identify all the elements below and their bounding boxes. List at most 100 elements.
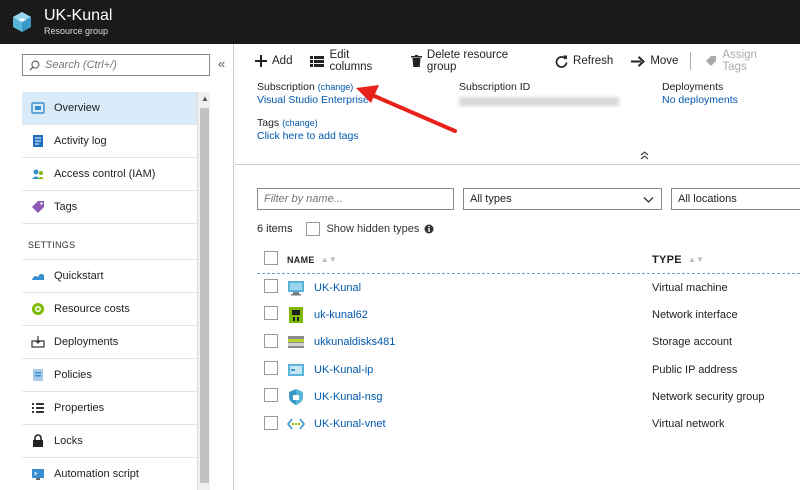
resource-name-link[interactable]: UK-Kunal-vnet xyxy=(314,418,386,430)
add-tags-link[interactable]: Click here to add tags xyxy=(257,130,359,143)
sidebar-item-label: Properties xyxy=(54,402,105,414)
main-content: Add Edit columns Delete resource group R… xyxy=(235,44,800,490)
essentials-divider xyxy=(235,164,800,165)
subscription-id-label: Subscription ID xyxy=(459,81,531,93)
tags-change-link[interactable]: (change) xyxy=(282,118,318,128)
trash-icon xyxy=(410,55,422,67)
sidebar-search[interactable] xyxy=(22,54,210,76)
delete-resource-group-label: Delete resource group xyxy=(426,49,509,73)
virtual-machine-icon xyxy=(287,279,305,297)
select-all-checkbox[interactable] xyxy=(264,251,278,265)
plus-icon xyxy=(255,55,267,67)
info-icon[interactable] xyxy=(424,224,434,234)
move-button[interactable]: Move xyxy=(631,55,678,67)
locations-dropdown-value: All locations xyxy=(678,193,737,205)
tag-icon xyxy=(705,55,717,67)
resource-type: Network security group xyxy=(652,390,765,403)
items-row: 6 items Show hidden types xyxy=(257,222,434,236)
portal-header: UK-Kunal Resource group xyxy=(0,0,800,44)
subscription-label: Subscription xyxy=(257,81,315,93)
filter-by-name-input[interactable] xyxy=(264,193,444,205)
sidebar-item-label: Tags xyxy=(54,201,78,213)
subscription-id-redacted xyxy=(459,97,619,106)
table-row[interactable]: ukkunaldisks481 Storage account xyxy=(257,329,800,356)
sidebar-item-properties[interactable]: Properties xyxy=(22,392,197,425)
sidebar-item-label: Resource costs xyxy=(54,303,130,315)
assign-tags-button[interactable]: Assign Tags xyxy=(705,49,782,73)
show-hidden-types-toggle[interactable]: Show hidden types xyxy=(306,222,434,236)
row-checkbox[interactable] xyxy=(264,415,278,430)
sidebar-search-input[interactable] xyxy=(45,59,205,71)
public-ip-icon xyxy=(287,361,305,379)
sidebar-item-quickstart[interactable]: Quickstart xyxy=(22,260,197,293)
sidebar-item-label: Quickstart xyxy=(54,270,104,282)
collapse-sidebar-button[interactable]: « xyxy=(218,56,225,71)
resource-name-link[interactable]: UK-Kunal-ip xyxy=(314,364,373,376)
sidebar-item-tags[interactable]: Tags xyxy=(22,191,197,224)
filter-by-name[interactable] xyxy=(257,188,454,210)
resource-group-icon xyxy=(13,12,31,32)
sidebar-item-activity-log[interactable]: Activity log xyxy=(22,125,197,158)
table-row[interactable]: UK-Kunal-ip Public IP address xyxy=(257,356,800,383)
deployments-block: Deployments No deployments xyxy=(662,81,738,107)
refresh-button[interactable]: Refresh xyxy=(555,55,613,68)
row-checkbox[interactable] xyxy=(264,361,278,376)
locations-dropdown[interactable]: All locations xyxy=(671,188,800,210)
delete-resource-group-button[interactable]: Delete resource group xyxy=(410,49,537,73)
settings-section-label: SETTINGS xyxy=(22,230,197,260)
refresh-icon xyxy=(555,55,568,68)
row-checkbox[interactable] xyxy=(264,388,278,403)
iam-icon xyxy=(31,167,45,181)
resource-name-link[interactable]: UK-Kunal-nsg xyxy=(314,391,382,403)
sidebar-item-deployments[interactable]: Deployments xyxy=(22,326,197,359)
subscription-change-link[interactable]: (change) xyxy=(318,82,354,92)
sidebar-item-automation-script[interactable]: Automation script xyxy=(22,458,197,490)
vnet-icon xyxy=(287,415,305,433)
types-dropdown[interactable]: All types xyxy=(463,188,662,210)
column-header-name[interactable]: NAME ▲▼ xyxy=(287,255,652,265)
resource-type: Public IP address xyxy=(652,363,738,376)
collapse-essentials-icon[interactable] xyxy=(640,151,649,162)
row-checkbox[interactable] xyxy=(264,279,278,294)
subscription-id-block: Subscription ID xyxy=(459,81,619,106)
sidebar-scrollbar[interactable]: ▲ xyxy=(197,92,210,490)
table-row[interactable]: UK-Kunal Virtual machine xyxy=(257,274,800,301)
resource-type: Network interface xyxy=(652,308,738,321)
network-interface-icon xyxy=(287,306,305,324)
sidebar-item-iam[interactable]: Access control (IAM) xyxy=(22,158,197,191)
tags-label: Tags xyxy=(257,117,280,129)
resource-costs-icon xyxy=(31,302,45,316)
column-header-type[interactable]: TYPE ▲▼ xyxy=(652,254,704,266)
resource-name-link[interactable]: uk-kunal62 xyxy=(314,309,368,321)
sidebar-item-overview[interactable]: Overview xyxy=(22,92,197,125)
deployments-value-link[interactable]: No deployments xyxy=(662,94,738,107)
sidebar-item-locks[interactable]: Locks xyxy=(22,425,197,458)
table-row[interactable]: uk-kunal62 Network interface xyxy=(257,301,800,328)
scrollbar-thumb[interactable] xyxy=(200,108,209,483)
show-hidden-checkbox[interactable] xyxy=(306,222,321,236)
resources-table: NAME ▲▼ TYPE ▲▼ UK-Kunal Virtual machine u… xyxy=(257,246,800,438)
storage-account-icon xyxy=(287,333,305,351)
refresh-label: Refresh xyxy=(573,55,614,67)
edit-columns-button[interactable]: Edit columns xyxy=(310,49,392,73)
table-row[interactable]: UK-Kunal-nsg Network security group xyxy=(257,383,800,410)
resource-name-link[interactable]: UK-Kunal xyxy=(314,282,361,294)
sidebar-item-policies[interactable]: Policies xyxy=(22,359,197,392)
automation-script-icon xyxy=(31,467,45,481)
sidebar-item-label: Overview xyxy=(54,102,100,114)
sidebar-item-label: Automation script xyxy=(54,468,139,480)
sidebar-item-resource-costs[interactable]: Resource costs xyxy=(22,293,197,326)
chevron-down-icon xyxy=(643,197,654,203)
row-checkbox[interactable] xyxy=(264,333,278,348)
activity-log-icon xyxy=(31,134,45,148)
table-row[interactable]: UK-Kunal-vnet Virtual network xyxy=(257,410,800,437)
resource-name-link[interactable]: ukkunaldisks481 xyxy=(314,336,395,348)
scroll-up-icon[interactable]: ▲ xyxy=(201,94,209,103)
tags-block: Tags (change) Click here to add tags xyxy=(257,117,359,143)
move-label: Move xyxy=(650,55,679,67)
add-button[interactable]: Add xyxy=(255,55,292,67)
columns-icon xyxy=(310,55,325,67)
subscription-value-link[interactable]: Visual Studio Enterprise xyxy=(257,94,369,107)
quickstart-icon xyxy=(31,269,45,283)
row-checkbox[interactable] xyxy=(264,306,278,321)
